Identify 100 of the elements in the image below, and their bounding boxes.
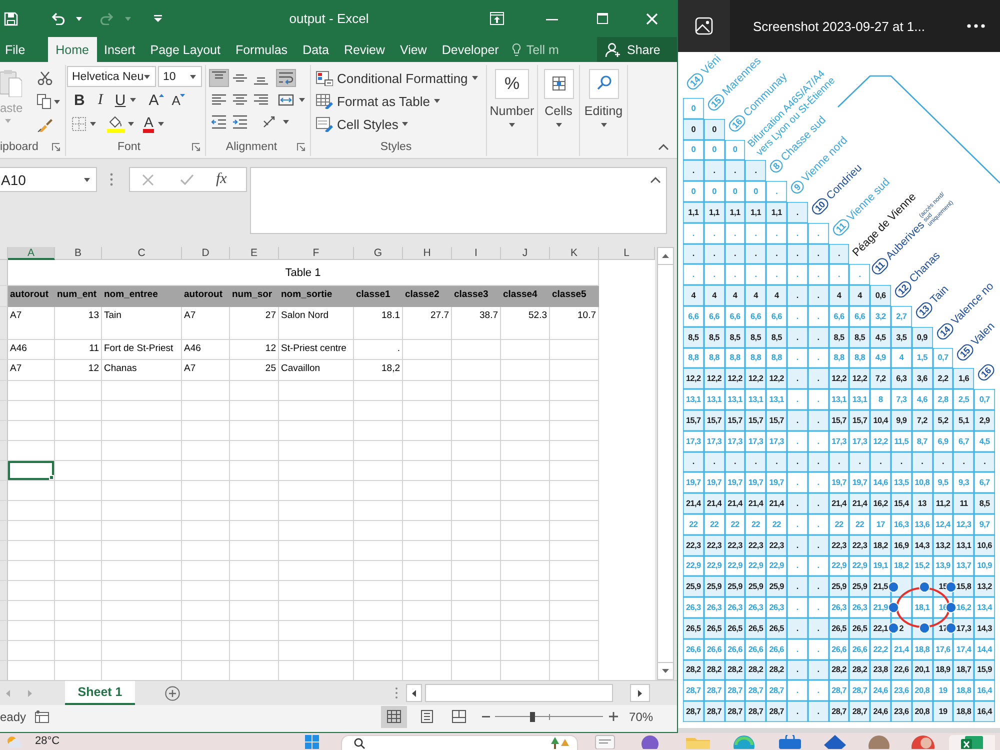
table-cell[interactable] <box>8 421 55 441</box>
ribbon-tab[interactable]: Insert <box>96 37 143 62</box>
cells-button[interactable]: Cells <box>538 65 579 127</box>
conditional-formatting-button[interactable]: Conditional Formatting <box>316 68 478 88</box>
caret-icon[interactable] <box>556 123 562 127</box>
table-cell[interactable] <box>8 621 55 641</box>
scissors-icon[interactable] <box>37 71 53 85</box>
customize-icon[interactable] <box>154 14 162 22</box>
active-app-tile[interactable] <box>949 735 995 750</box>
shrink-font-button[interactable]: A <box>172 94 180 106</box>
more-icon[interactable] <box>967 24 985 28</box>
sheet-tab[interactable]: Sheet 1 <box>65 681 135 705</box>
wrap-text-icon[interactable] <box>276 68 296 86</box>
format-as-table-button[interactable]: Format as Table <box>316 91 478 111</box>
column-header[interactable]: I <box>452 247 501 260</box>
scroll-down-button[interactable] <box>657 662 674 680</box>
caret-icon[interactable] <box>144 74 150 78</box>
table-cell[interactable] <box>8 641 55 661</box>
align-top-icon[interactable] <box>209 68 229 86</box>
caret-icon[interactable] <box>54 100 60 104</box>
caret-icon[interactable] <box>402 122 408 126</box>
caret-icon[interactable] <box>434 99 440 103</box>
fill-color-icon[interactable] <box>107 115 125 133</box>
caret-icon[interactable] <box>190 74 196 78</box>
decrease-indent-icon[interactable] <box>209 112 229 130</box>
tell-me-button[interactable]: Tell m <box>512 37 559 62</box>
formula-input[interactable] <box>250 167 667 234</box>
increase-indent-icon[interactable] <box>230 112 250 130</box>
macro-record-icon[interactable] <box>35 710 50 723</box>
dialog-launcher-icon[interactable] <box>52 142 60 150</box>
chevron-up-icon[interactable] <box>650 177 661 183</box>
dialog-launcher-icon[interactable] <box>297 142 305 150</box>
column-header[interactable]: E <box>230 247 279 260</box>
column-header[interactable]: D <box>182 247 230 260</box>
maximize-icon[interactable] <box>597 13 608 24</box>
table-cell[interactable] <box>8 541 55 561</box>
caret-icon[interactable] <box>472 76 478 80</box>
grow-font-button[interactable]: A <box>148 92 159 108</box>
add-sheet-icon[interactable] <box>165 686 180 700</box>
document-icon[interactable] <box>595 735 615 749</box>
table-cell[interactable] <box>8 441 55 461</box>
shopping-bag-icon[interactable] <box>779 735 801 749</box>
name-box[interactable]: A10 <box>0 167 97 192</box>
number-button[interactable]: % Number <box>487 65 537 127</box>
ribbon-tab[interactable]: Developer <box>434 37 506 62</box>
column-header[interactable]: C <box>102 247 182 260</box>
table-cell[interactable] <box>8 401 55 421</box>
ribbon-display-icon[interactable] <box>490 12 504 25</box>
windows-logo-icon[interactable] <box>305 735 319 749</box>
underline-button[interactable]: U <box>114 92 126 108</box>
slider-thumb[interactable] <box>530 712 536 722</box>
circle-app-icon[interactable] <box>641 735 659 749</box>
ribbon-tab[interactable]: Formulas <box>228 37 296 62</box>
copy-icon[interactable] <box>37 94 51 109</box>
table-cell[interactable] <box>8 521 55 541</box>
caret-icon[interactable] <box>299 98 305 102</box>
font-name-dropdown[interactable]: Helvetica Neu <box>67 66 156 87</box>
caret-icon[interactable] <box>158 122 164 126</box>
table-cell[interactable] <box>8 381 55 401</box>
column-header[interactable]: K <box>550 247 599 260</box>
column-header[interactable]: J <box>501 247 550 260</box>
ribbon-tab[interactable]: File <box>0 37 34 62</box>
diamond-app-icon[interactable] <box>824 735 846 749</box>
font-size-dropdown[interactable]: 10 <box>158 66 202 87</box>
brush-icon[interactable] <box>37 118 53 132</box>
insert-function-button[interactable]: fx <box>216 171 227 188</box>
font-color-button[interactable]: A <box>143 116 154 132</box>
cell-styles-button[interactable]: Cell Styles <box>316 114 478 134</box>
scroll-right-button[interactable] <box>630 684 650 702</box>
caret-icon[interactable] <box>76 16 82 20</box>
fill-handle-icon[interactable] <box>49 475 54 480</box>
zoom-slider[interactable] <box>495 710 604 722</box>
table-cell[interactable] <box>8 561 55 581</box>
ribbon-tab[interactable]: View <box>392 37 434 62</box>
save-icon[interactable] <box>4 12 18 26</box>
ribbon-tab[interactable]: Home <box>48 37 96 62</box>
column-header[interactable]: B <box>55 247 102 260</box>
table-cell[interactable] <box>8 481 55 501</box>
chevron-up-icon[interactable] <box>658 144 669 150</box>
caret-icon[interactable] <box>128 122 134 126</box>
avatar-icon[interactable] <box>868 735 890 749</box>
table-cell[interactable] <box>8 501 55 521</box>
scrollbar-thumb[interactable] <box>425 684 613 702</box>
ribbon-tab[interactable]: Page Layout <box>142 37 228 62</box>
ribbon-tab[interactable]: Review <box>336 37 392 62</box>
column-header[interactable]: G <box>354 247 403 260</box>
close-icon[interactable] <box>646 12 658 24</box>
scrollbar-thumb[interactable] <box>657 265 674 662</box>
caret-icon[interactable] <box>509 123 515 127</box>
column-header[interactable]: F <box>279 247 354 260</box>
caret-icon[interactable] <box>283 120 289 124</box>
scroll-up-button[interactable] <box>657 247 674 265</box>
image-icon[interactable] <box>678 0 730 52</box>
bold-button[interactable]: B <box>74 92 85 108</box>
undo-icon[interactable] <box>50 12 66 25</box>
caret-icon[interactable] <box>90 122 96 126</box>
ribbon-tab[interactable]: Data <box>295 37 336 62</box>
caret-icon[interactable] <box>600 123 606 127</box>
editing-button[interactable]: Editing <box>580 65 627 127</box>
column-header[interactable]: H <box>403 247 452 260</box>
